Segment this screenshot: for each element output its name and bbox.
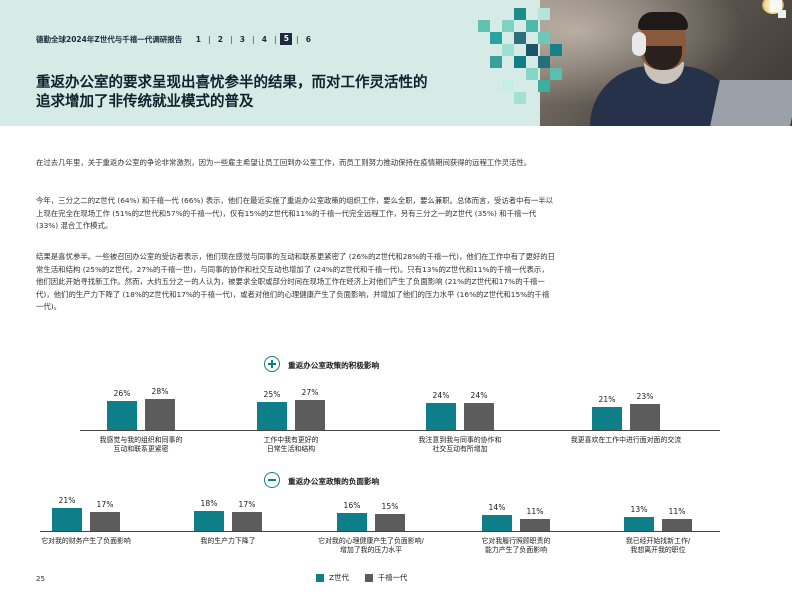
category-label-4: 它对我履行照顾职责的 能力产生了负面影响 [481,537,551,554]
category-label-1: 它对我的财务产生了负面影响 [41,537,131,545]
bar-genz-4 [592,406,622,430]
bar-millennial-5 [662,518,692,531]
category-label-5: 我已经开始找新工作/我想离开我的职位 [625,537,691,554]
nav-page-2[interactable]: 2 [214,35,226,44]
value-label-genz-1: 21% [58,495,76,505]
nav-page-1[interactable]: 1 [192,35,204,44]
nav-page-4[interactable]: 4 [258,35,270,44]
bar-genz-1 [107,401,137,430]
chart-baseline-negative [40,531,720,532]
report-header: 德勤全球2024年Z世代与千禧一代调研报告 1 | 2 | 3 | 4 | 5 … [36,32,314,46]
bar-millennial-2 [295,400,325,430]
headphones-icon [632,32,646,56]
category-label-2: 我的生产力下降了 [200,537,256,545]
value-label-genz-3: 24% [432,391,450,401]
value-label-millennial-4: 23% [636,392,654,402]
hero-photo-man-with-headphones [540,0,792,126]
minus-circle-icon [264,472,280,488]
value-label-millennial-1: 28% [151,386,169,396]
bar-millennial-1 [145,398,175,430]
category-label-4: 我更喜欢在工作中进行面对面的交流 [570,436,682,444]
value-label-millennial-4: 11% [526,506,544,516]
page-number: 25 [36,575,45,583]
value-label-genz-4: 14% [488,503,506,513]
legend-swatch-millennial [364,573,373,582]
page-navigation: 1 | 2 | 3 | 4 | 5 | 6 [192,33,314,45]
chart-baseline-positive [80,430,720,431]
value-label-genz-3: 16% [343,501,361,511]
bar-genz-5 [624,516,654,531]
value-label-genz-1: 26% [113,389,131,399]
value-label-millennial-1: 17% [96,500,114,510]
nav-separator: | [252,34,255,44]
body-paragraph-3: 结果是喜忧参半。一些被召回办公室的受访者表示，他们现在感觉与同事的互动和联系更紧… [36,252,556,311]
value-label-genz-2: 25% [263,390,281,400]
legend-item-millennial: 千禧一代 [364,572,408,583]
person-hair [638,12,688,30]
bar-millennial-3 [464,403,494,430]
bar-genz-2 [257,402,287,430]
nav-separator: | [274,34,277,44]
nav-page-6[interactable]: 6 [302,35,314,44]
value-label-genz-5: 13% [630,504,648,514]
laptop [710,80,792,126]
value-label-millennial-5: 11% [668,506,686,516]
bar-millennial-1 [90,512,120,531]
page-title-line-1: 重返办公室的要求呈现出喜忧参半的结果，而对工作灵活性的 [36,75,428,91]
report-title: 德勤全球2024年Z世代与千禧一代调研报告 [36,34,183,44]
bar-genz-3 [426,403,456,430]
page-title-line-2: 追求增加了非传统就业模式的普及 [36,94,254,110]
nav-page-5-active[interactable]: 5 [280,33,293,45]
plus-circle-icon [264,356,280,372]
value-label-genz-2: 18% [200,499,218,509]
bar-millennial-2 [232,512,262,531]
bar-genz-3 [337,513,367,531]
legend-swatch-genz [316,573,324,582]
chart-title-positive: 重返办公室政策的积极影响 [288,361,380,370]
legend-item-genz: Z世代 [316,572,349,583]
category-label-1: 我感觉与我的组织和同事的 互动和联系更紧密 [99,436,183,453]
chart-legend: Z世代 千禧一代 [316,572,423,583]
bar-millennial-4 [520,518,550,531]
value-label-millennial-3: 15% [381,502,399,512]
value-label-millennial-2: 27% [301,388,319,398]
bar-millennial-3 [375,514,405,531]
legend-label-millennial: 千禧一代 [377,573,408,582]
nav-separator: | [230,34,233,44]
chart-title-negative: 重返办公室政策的负面影响 [288,477,380,486]
nav-separator: | [296,34,299,44]
value-label-millennial-3: 24% [470,391,488,401]
bar-genz-1 [52,507,82,531]
value-label-millennial-2: 17% [238,500,256,510]
body-paragraph-2: 今年，三分之二的Z世代 (64%) 和千禧一代 (66%) 表示，他们在最近实施… [36,196,554,230]
bar-millennial-4 [630,404,660,430]
bar-genz-4 [482,515,512,531]
nav-page-3[interactable]: 3 [236,35,248,44]
page-title: 重返办公室的要求呈现出喜忧参半的结果，而对工作灵活性的 追求增加了非传统就业模式… [36,74,536,112]
hero-banner: 德勤全球2024年Z世代与千禧一代调研报告 1 | 2 | 3 | 4 | 5 … [0,0,792,126]
legend-label-genz: Z世代 [329,573,349,582]
body-paragraph-1: 在过去几年里，关于重返办公室的争论非常激烈，因为一些雇主希望让员工回到办公室工作… [36,158,532,167]
value-label-genz-4: 21% [598,394,616,404]
category-label-2: 工作中我有更好的 日常生活和结构 [263,436,319,453]
bar-genz-2 [194,511,224,531]
nav-separator: | [208,34,211,44]
category-label-3: 它对我的心理健康产生了负面影响/增加了我的压力水平 [318,537,424,554]
category-label-3: 我注意到我与同事的协作和 社交互动有所增加 [418,436,502,453]
